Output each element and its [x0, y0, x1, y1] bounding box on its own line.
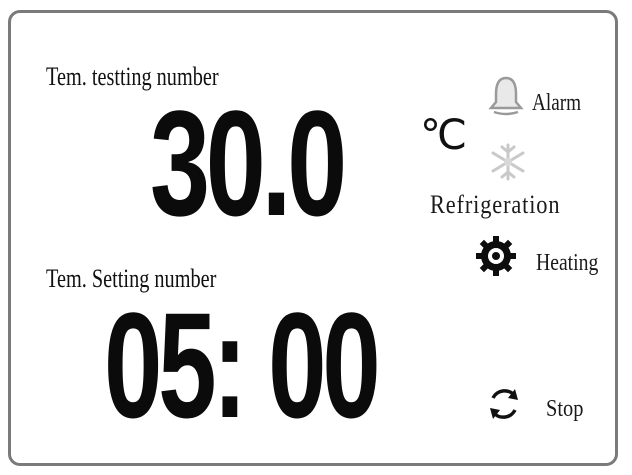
setting-time-value: 05: 00	[104, 281, 381, 449]
refrigeration-label: Refrigeration	[430, 190, 561, 219]
bell-icon	[486, 74, 526, 118]
current-temp-value: 30.0	[150, 79, 347, 247]
alarm-label: Alarm	[532, 90, 582, 116]
snowflake-icon	[488, 142, 528, 182]
refresh-icon[interactable]	[484, 384, 524, 424]
temp-unit: ℃	[420, 113, 468, 159]
heating-label: Heating	[536, 250, 599, 276]
stop-label[interactable]: Stop	[546, 396, 583, 423]
gear-icon	[474, 234, 518, 278]
